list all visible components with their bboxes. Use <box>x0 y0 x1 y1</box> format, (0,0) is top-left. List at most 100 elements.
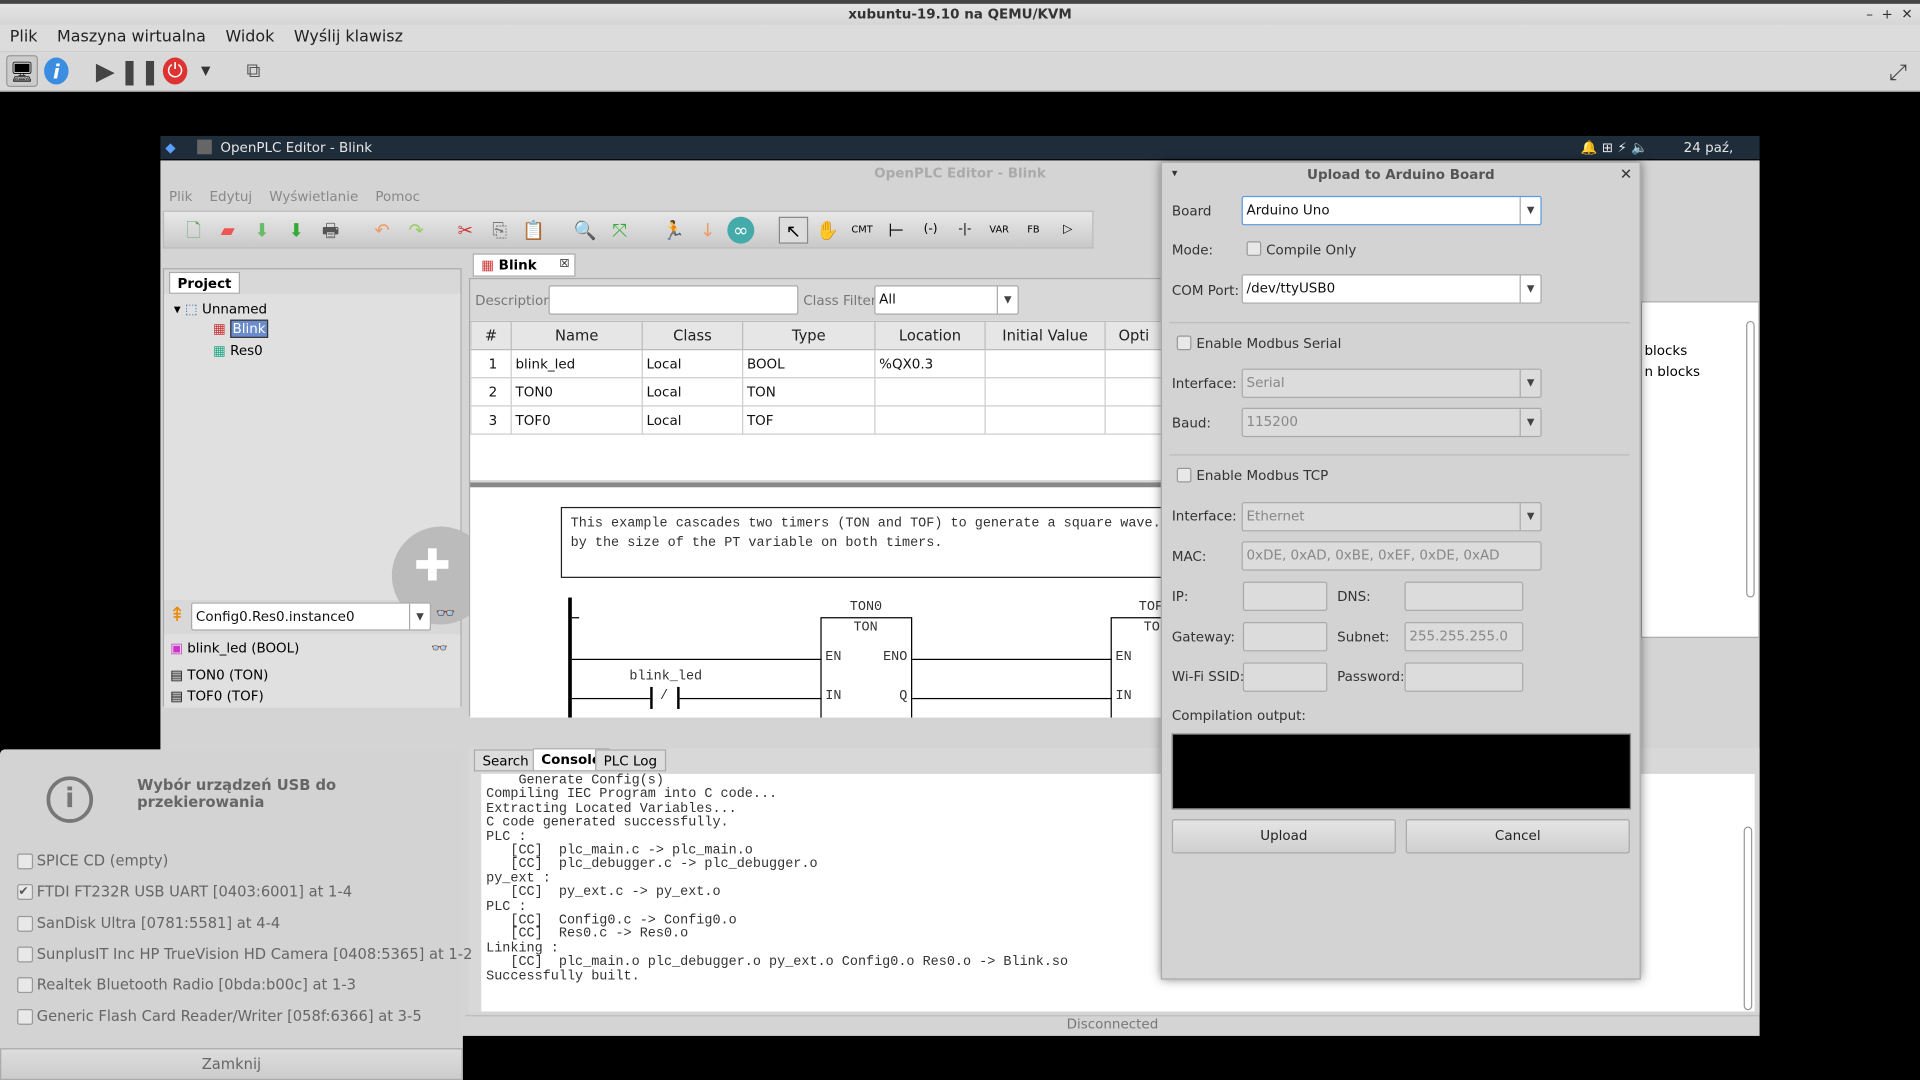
table-row[interactable]: 3 TOF0 Local TOF <box>470 405 1164 435</box>
password-input[interactable] <box>1404 662 1524 692</box>
play-icon[interactable]: ▶ <box>93 56 117 85</box>
connection-icon[interactable]: ▷ <box>1053 217 1082 244</box>
paste-icon[interactable]: 📋 <box>519 217 548 244</box>
project-tab[interactable]: Project <box>168 271 241 294</box>
arduino-icon[interactable]: ∞ <box>727 216 755 244</box>
hand-icon[interactable]: ✋ <box>813 217 842 244</box>
class-filter-select[interactable]: All ▼ <box>874 285 1019 315</box>
table-row[interactable]: 1 blink_led Local BOOL %QX0.3 <box>470 348 1164 379</box>
dns-input[interactable] <box>1404 581 1524 612</box>
debug-var[interactable]: ▣ blink_led (BOOL) <box>170 640 299 656</box>
ladder-canvas[interactable]: This example cascades two timers (TON an… <box>470 487 1164 718</box>
tab-search[interactable]: Search <box>473 749 538 772</box>
instance-select[interactable]: Config0.Res0.instance0 ▼ <box>191 602 432 631</box>
scrollbar[interactable] <box>1746 320 1755 598</box>
print-icon[interactable]: 🖶 <box>316 217 345 244</box>
variable-icon[interactable]: VAR <box>984 217 1013 244</box>
pause-icon[interactable]: ❚❚ <box>119 56 160 85</box>
menu-plik[interactable]: Plik <box>0 24 47 46</box>
subnet-input[interactable]: 255.255.255.0 <box>1404 622 1524 652</box>
coil-icon[interactable]: (‑) <box>916 217 945 244</box>
comment-icon[interactable]: CMT <box>847 217 876 244</box>
taskbar-item[interactable]: OpenPLC Editor - Blink <box>220 136 372 159</box>
col-header[interactable]: Location <box>874 320 986 351</box>
col-header[interactable]: Name <box>510 320 643 351</box>
usb-device-checkbox[interactable] <box>17 853 34 870</box>
copy-icon[interactable]: ⎘ <box>485 217 514 244</box>
debug-var[interactable]: ▤ TON0 (TON) <box>170 667 268 683</box>
scrollbar[interactable] <box>1743 826 1753 1011</box>
open-icon[interactable]: ▰ <box>213 217 242 244</box>
tof-block[interactable]: TO EN IN <box>1110 617 1164 718</box>
upload-button[interactable]: Upload <box>1171 819 1396 854</box>
xfce-menu-icon[interactable]: ◆ <box>165 136 175 159</box>
library-item[interactable]: blocks <box>1644 343 1687 359</box>
ton-block[interactable]: TON EN ENO IN Q <box>820 617 913 718</box>
menu-wyslij[interactable]: Wyślij klawisz <box>284 24 413 46</box>
mac-input[interactable]: 0xDE, 0xAD, 0xBE, 0xEF, 0xDE, 0xAD <box>1241 541 1542 571</box>
col-header[interactable]: Class <box>641 320 744 351</box>
ssid-input[interactable] <box>1242 662 1328 692</box>
pointer-icon[interactable]: ↖ <box>778 216 809 244</box>
board-select[interactable]: Arduino Uno ▼ <box>1241 195 1542 226</box>
debug-var[interactable]: ▤ TOF0 (TOF) <box>170 688 264 704</box>
tree-item-res0[interactable]: ▦ Res0 <box>213 343 263 359</box>
serial-interface-select[interactable]: Serial ▼ <box>1241 368 1542 398</box>
menu-file[interactable]: Plik <box>160 186 201 207</box>
usb-device-checkbox[interactable] <box>17 1008 34 1025</box>
screens-icon[interactable]: ⧉ <box>241 58 265 85</box>
display-icon[interactable]: 🖥 <box>6 55 38 87</box>
tree-root[interactable]: ▾ ⬚ Unnamed <box>174 301 267 317</box>
col-header[interactable]: Opti <box>1104 320 1164 351</box>
info-icon[interactable]: i <box>44 57 69 85</box>
tcp-interface-select[interactable]: Ethernet ▼ <box>1241 502 1542 532</box>
description-input[interactable] <box>548 285 799 315</box>
search-icon[interactable]: 🔍 <box>571 217 600 244</box>
contact[interactable] <box>650 686 653 709</box>
gateway-input[interactable] <box>1242 622 1328 652</box>
col-header[interactable]: Initial Value <box>984 320 1106 351</box>
cut-icon[interactable]: ✂ <box>451 217 480 244</box>
new-icon[interactable]: 🗋 <box>179 217 208 244</box>
dropdown-icon[interactable]: ▼ <box>196 58 216 85</box>
menu-widok[interactable]: Widok <box>216 24 284 46</box>
power-icon[interactable]: ⏻ <box>162 57 188 85</box>
glasses-icon[interactable]: 👓 <box>436 605 456 623</box>
menu-help[interactable]: Pomoc <box>367 186 429 207</box>
undo-icon[interactable]: ↶ <box>367 217 396 244</box>
menu-view[interactable]: Wyświetlanie <box>261 186 367 207</box>
library-item[interactable]: n blocks <box>1644 364 1700 380</box>
save-icon[interactable]: ⬇ <box>247 217 276 244</box>
menu-maszyna[interactable]: Maszyna wirtualna <box>47 24 215 46</box>
modbus-tcp-checkbox[interactable] <box>1176 467 1192 483</box>
fullscreen-icon[interactable]: ⤢ <box>1883 58 1912 87</box>
tab-blink[interactable]: ▦ Blink ☒ <box>472 253 576 277</box>
modbus-serial-checkbox[interactable] <box>1176 335 1192 351</box>
run-icon[interactable]: 🏃 <box>659 217 688 244</box>
contact-icon[interactable]: ‑|‑ <box>950 217 979 244</box>
transfer-icon[interactable]: ↓ <box>693 217 722 244</box>
close-tab-icon[interactable]: ☒ <box>559 255 569 276</box>
usb-device-checkbox[interactable] <box>17 915 34 932</box>
com-port-select[interactable]: /dev/ttyUSB0 ▼ <box>1241 274 1542 304</box>
table-row[interactable]: 2 TON0 Local TON <box>470 377 1164 407</box>
usb-device-checkbox[interactable] <box>17 977 34 994</box>
tree-item-blink[interactable]: ▦ Blink <box>213 319 269 338</box>
fullscreen-icon[interactable]: ⤧ <box>605 217 634 244</box>
compile-only-checkbox[interactable] <box>1246 241 1262 256</box>
block-icon[interactable]: FB <box>1019 217 1048 244</box>
baud-select[interactable]: 115200 ▼ <box>1241 407 1542 438</box>
tab-plc-log[interactable]: PLC Log <box>595 749 666 772</box>
window-controls[interactable]: – + ✕ <box>1866 4 1912 25</box>
cancel-button[interactable]: Cancel <box>1405 819 1630 854</box>
col-header[interactable]: # <box>470 320 512 351</box>
usb-device-checkbox[interactable]: ✔ <box>17 884 34 901</box>
glasses-icon[interactable]: 👓 <box>431 640 448 656</box>
menu-edit[interactable]: Edytuj <box>201 186 261 207</box>
close-icon[interactable]: ✕ <box>1620 165 1632 182</box>
power-rail-icon[interactable]: ⊢ <box>882 217 911 244</box>
redo-icon[interactable]: ↷ <box>402 217 431 244</box>
close-button[interactable]: Zamknij <box>0 1048 463 1080</box>
col-header[interactable]: Type <box>742 320 876 351</box>
ip-input[interactable] <box>1242 581 1328 612</box>
